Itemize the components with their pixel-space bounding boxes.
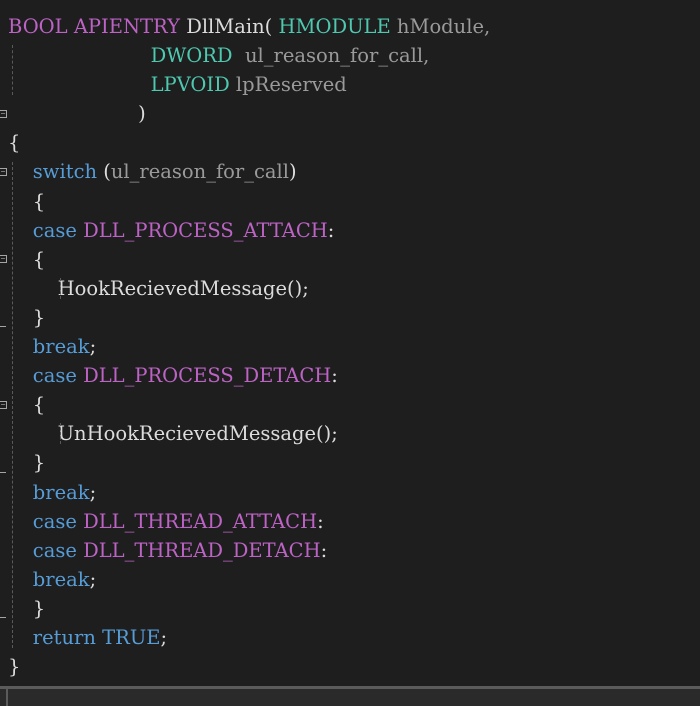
code-token-keyword: case [32,218,84,242]
indent-guide [60,277,61,299]
code-token-param: ul_reason_for_call [110,160,290,184]
code-line[interactable]: case DLL_PROCESS_ATTACH: [8,216,700,245]
code-line[interactable]: ) [8,99,700,128]
code-token-type: HMODULE [278,15,397,38]
code-token-plain: } [8,596,46,620]
code-line[interactable]: break; [8,478,700,507]
horizontal-scrollbar[interactable] [0,686,700,706]
fold-end-marker [0,617,6,619]
code-token-macro: BOOL [8,15,74,38]
code-token-keyword: break [32,335,90,359]
code-token-plain: ) [8,102,146,126]
indent-guide [12,45,13,96]
code-token-type: DWORD [150,44,245,68]
code-line[interactable]: return TRUE; [8,623,700,652]
code-line[interactable]: switch (ul_reason_for_call) [8,157,700,186]
code-token-keyword: break [32,480,90,504]
code-token-param: hModule, [396,15,491,38]
code-token-keyword: break [32,567,90,591]
code-line[interactable]: } [8,594,700,623]
code-line[interactable]: case DLL_THREAD_DETACH: [8,536,700,565]
code-token-plain: : [317,509,324,533]
code-token-macro: DLL_THREAD_DETACH [83,538,321,562]
code-token-plain: : [320,538,328,562]
code-line[interactable]: break; [8,332,700,361]
code-line[interactable]: { [8,128,700,157]
code-token-plain: : [331,364,338,388]
code-token-keyword: return [32,625,103,649]
collapse-icon[interactable]: − [0,255,7,264]
code-token-plain: } [8,655,21,679]
code-token-keyword: case [32,538,84,562]
indent-guide [12,161,13,649]
code-line[interactable]: DWORD ul_reason_for_call, [8,41,700,70]
code-token-plain: ; [89,335,97,359]
code-token-plain: { [8,247,46,271]
code-token-func: UnHookRecievedMessage [57,422,317,446]
code-token-plain: ; [89,480,97,504]
code-line[interactable]: case DLL_PROCESS_DETACH: [8,361,700,390]
collapse-icon[interactable]: − [0,168,7,177]
code-token-plain: { [8,393,46,417]
code-line[interactable]: break; [8,565,700,594]
code-token-type: LPVOID [150,73,236,97]
fold-end-marker [0,326,6,328]
code-line[interactable]: BOOL APIENTRY DllMain( HMODULE hModule, [8,12,700,41]
code-token-param: lpReserved [235,73,347,97]
code-area[interactable]: BOOL APIENTRY DllMain( HMODULE hModule, … [8,12,700,681]
code-token-keyword: TRUE [102,625,161,649]
code-token-plain: ( [97,160,111,184]
fold-end-marker [0,471,6,473]
code-token-macro: DLL_PROCESS_ATTACH [83,218,328,242]
code-token-plain: : [327,218,335,242]
code-line[interactable]: UnHookRecievedMessage(); [8,419,700,448]
collapse-icon[interactable]: − [0,400,7,409]
code-token-keyword: case [32,509,84,533]
code-token-macro: DLL_THREAD_ATTACH [83,509,318,533]
code-token-plain: ) [289,160,297,184]
code-token-plain: DllMain( [186,15,279,38]
code-token-plain: } [8,451,46,475]
code-token-func: HookRecievedMessage [57,276,288,300]
code-line[interactable]: case DLL_THREAD_ATTACH: [8,507,700,536]
code-line[interactable]: } [8,652,700,681]
code-line[interactable]: { [8,390,700,419]
code-line[interactable]: { [8,187,700,216]
code-token-macro: DLL_PROCESS_DETACH [83,364,332,388]
code-token-plain: { [8,189,46,213]
code-token-macro: APIENTRY [73,15,187,38]
code-token-plain: ; [89,567,97,591]
code-line[interactable]: { [8,245,700,274]
code-line[interactable]: LPVOID lpReserved [8,70,700,99]
collapse-icon[interactable]: − [0,109,7,118]
code-token-plain: (); [287,276,309,300]
code-token-plain: (); [316,422,338,446]
code-line[interactable]: } [8,448,700,477]
code-token-plain: } [8,305,46,329]
code-line[interactable]: } [8,303,700,332]
code-token-plain: { [8,131,21,155]
code-token-keyword: case [32,364,84,388]
code-token-param: ul_reason_for_call, [244,44,430,68]
scrollbar-edge [6,689,8,706]
code-editor[interactable]: BOOL APIENTRY DllMain( HMODULE hModule, … [0,0,700,706]
code-token-keyword: switch [32,160,98,184]
indent-guide [60,423,61,445]
code-line[interactable]: HookRecievedMessage(); [8,274,700,303]
code-token-plain: ; [160,625,168,649]
